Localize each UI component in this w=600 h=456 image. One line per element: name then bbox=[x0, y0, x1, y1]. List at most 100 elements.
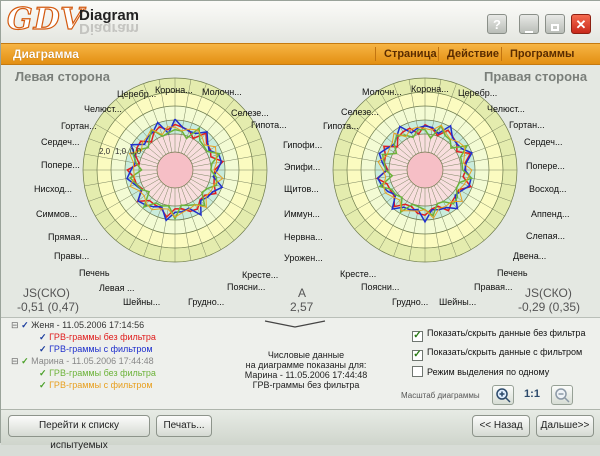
check-icon[interactable]: ✓ bbox=[21, 320, 29, 330]
checkbox-label: Режим выделения по одному bbox=[427, 367, 550, 377]
right-radar-label: Кресте... bbox=[340, 269, 377, 279]
back-button[interactable]: << Назад bbox=[472, 415, 530, 437]
right-radar-label: Аппенд... bbox=[531, 209, 570, 219]
tree-item-unfiltered[interactable]: ✓ ГРВ-граммы без фильтра bbox=[39, 332, 156, 343]
check-icon[interactable]: ✓ bbox=[39, 368, 47, 378]
section-title: Диаграмма bbox=[13, 47, 79, 61]
help-button[interactable]: ? bbox=[487, 14, 507, 34]
left-radar-label: Урожен... bbox=[284, 253, 323, 263]
note-line: Марина - 11.05.2006 17:44:48 bbox=[244, 370, 368, 380]
radar-ring bbox=[156, 151, 194, 189]
numeric-data-note: Числовые данные на диаграмме показаны дл… bbox=[241, 350, 371, 390]
note-line: ГРВ-граммы без фильтра bbox=[252, 380, 360, 390]
zoom-out-button[interactable] bbox=[551, 385, 573, 405]
check-icon[interactable]: ✓ bbox=[39, 344, 47, 354]
left-radar-label: Печень bbox=[79, 268, 110, 278]
menu-separator bbox=[501, 47, 502, 61]
left-radar-label: Шейны... bbox=[123, 297, 161, 307]
right-radar-label: Грудно... bbox=[392, 297, 429, 307]
left-js-value: -0,51 (0,47) bbox=[17, 300, 80, 314]
right-radar-label: Челюст... bbox=[487, 104, 525, 114]
tree-collapse-icon[interactable]: ⊟ bbox=[11, 356, 19, 366]
menu-item-programs[interactable]: Программы bbox=[510, 48, 574, 60]
right-radar-label: Правая... bbox=[474, 282, 513, 292]
left-radar-label: Иммун... bbox=[284, 209, 320, 219]
minimize-icon bbox=[525, 31, 533, 33]
scale-caption: Масштаб диаграммы bbox=[401, 391, 480, 400]
maximize-icon bbox=[551, 24, 559, 31]
scale-label: 2,0 bbox=[99, 147, 111, 156]
left-radar-label: Гортан... bbox=[61, 121, 97, 131]
go-to-subjects-button[interactable]: Перейти к списку испытуемых bbox=[8, 415, 150, 451]
tree-group-zhenya[interactable]: ⊟ ✓ Женя - 11.05.2006 17:14:56 bbox=[11, 320, 144, 331]
right-js-label: JS(СКО) bbox=[525, 286, 572, 300]
zoom-in-button[interactable] bbox=[492, 385, 514, 405]
minimize-button[interactable] bbox=[519, 14, 539, 34]
title-bar: GDV Diagram Diagram ? ✕ bbox=[1, 1, 600, 43]
note-line: Числовые данные bbox=[267, 350, 345, 360]
right-radar-label: Печень bbox=[497, 268, 528, 278]
menu-separator bbox=[438, 47, 439, 61]
tree-collapse-icon[interactable]: ⊟ bbox=[11, 320, 19, 330]
left-radar-label: Нервна... bbox=[284, 232, 323, 242]
right-radar-label: Поясни... bbox=[361, 282, 400, 292]
print-button[interactable]: Печать... bbox=[156, 415, 212, 437]
left-radar-label: Сердеч... bbox=[41, 137, 80, 147]
left-radar-label: Кресте... bbox=[242, 270, 279, 280]
right-radar-label: Сердеч... bbox=[524, 137, 563, 147]
left-radar-label: Прямая... bbox=[48, 232, 88, 242]
left-radar-label: Молочн... bbox=[202, 87, 242, 97]
right-radar-label: Гипота... bbox=[323, 121, 359, 131]
radar-ring bbox=[406, 151, 444, 189]
tree-item-label: ГРВ-граммы без фильтра bbox=[49, 332, 156, 342]
right-radar-label: Восход... bbox=[529, 184, 567, 194]
checkbox-checked-icon[interactable]: ✓ bbox=[412, 331, 423, 342]
zoom-reset-button[interactable]: 1:1 bbox=[521, 385, 543, 405]
app-logo-reflection: Diagram bbox=[79, 23, 140, 35]
select-one-checkbox[interactable]: Режим выделения по одному bbox=[412, 366, 549, 377]
left-radar-label: Симмов... bbox=[36, 209, 78, 219]
right-radar-label: Двена... bbox=[513, 251, 547, 261]
center-a-label: A bbox=[298, 286, 307, 300]
chevron-down-icon bbox=[264, 320, 326, 328]
tree-item-label: ГРВ-граммы с фильтром bbox=[49, 344, 153, 354]
right-radar-label: Молочн... bbox=[362, 87, 402, 97]
tree-group-label: Женя - 11.05.2006 17:14:56 bbox=[31, 320, 145, 330]
maximize-button[interactable] bbox=[545, 14, 565, 34]
right-radar-label: Слепая... bbox=[526, 231, 566, 241]
left-radar-label: Грудно... bbox=[188, 297, 225, 307]
left-radar-label: Эпифи... bbox=[284, 162, 321, 172]
check-icon[interactable]: ✓ bbox=[39, 380, 47, 390]
right-radar-label: Гортан... bbox=[509, 120, 545, 130]
tree-group-label: Марина - 11.05.2006 17:44:48 bbox=[31, 356, 154, 366]
left-radar-label: Гипота... bbox=[251, 120, 287, 130]
tree-item-unfiltered[interactable]: ✓ ГРВ-граммы без фильтра bbox=[39, 368, 156, 379]
center-a-value: 2,57 bbox=[290, 300, 314, 314]
left-radar-label: Щитов... bbox=[284, 184, 319, 194]
checkbox-label: Показать/скрыть данные без фильтра bbox=[427, 328, 586, 338]
splitter-handle[interactable] bbox=[263, 319, 327, 329]
tree-group-marina[interactable]: ⊟ ✓ Марина - 11.05.2006 17:44:48 bbox=[11, 356, 154, 367]
right-radar-label: Церебр... bbox=[458, 88, 498, 98]
check-icon[interactable]: ✓ bbox=[21, 356, 29, 366]
show-filtered-checkbox[interactable]: ✓ Показать/скрыть данные с фильтром bbox=[412, 347, 582, 361]
zoom-out-icon bbox=[555, 388, 570, 403]
left-js-label: JS(СКО) bbox=[23, 286, 70, 300]
right-radar-label: Попере... bbox=[526, 161, 565, 171]
check-icon[interactable]: ✓ bbox=[39, 332, 47, 342]
close-button[interactable]: ✕ bbox=[571, 14, 591, 34]
app-window: GDV Diagram Diagram ? ✕ Диаграмма Страни… bbox=[0, 0, 600, 451]
right-radar-label: Селезе... bbox=[341, 107, 379, 117]
left-radar-label: Корона... bbox=[155, 85, 193, 95]
show-unfiltered-checkbox[interactable]: ✓ Показать/скрыть данные без фильтра bbox=[412, 328, 585, 342]
menu-item-action[interactable]: Действие bbox=[447, 48, 499, 60]
checkbox-empty-icon[interactable] bbox=[412, 366, 423, 377]
tree-item-label: ГРВ-граммы без фильтра bbox=[49, 368, 156, 378]
tree-item-filtered[interactable]: ✓ ГРВ-граммы с фильтром bbox=[39, 344, 153, 355]
next-button[interactable]: Дальше>> bbox=[536, 415, 594, 437]
checkbox-checked-icon[interactable]: ✓ bbox=[412, 350, 423, 361]
menu-item-page[interactable]: Страница bbox=[384, 48, 437, 60]
diagram-area: Левая сторона Правая сторона 2,0 1,0 0,0 bbox=[1, 65, 600, 317]
tree-item-filtered[interactable]: ✓ ГРВ-граммы с фильтром bbox=[39, 380, 153, 391]
app-logo: GDV bbox=[6, 2, 85, 37]
